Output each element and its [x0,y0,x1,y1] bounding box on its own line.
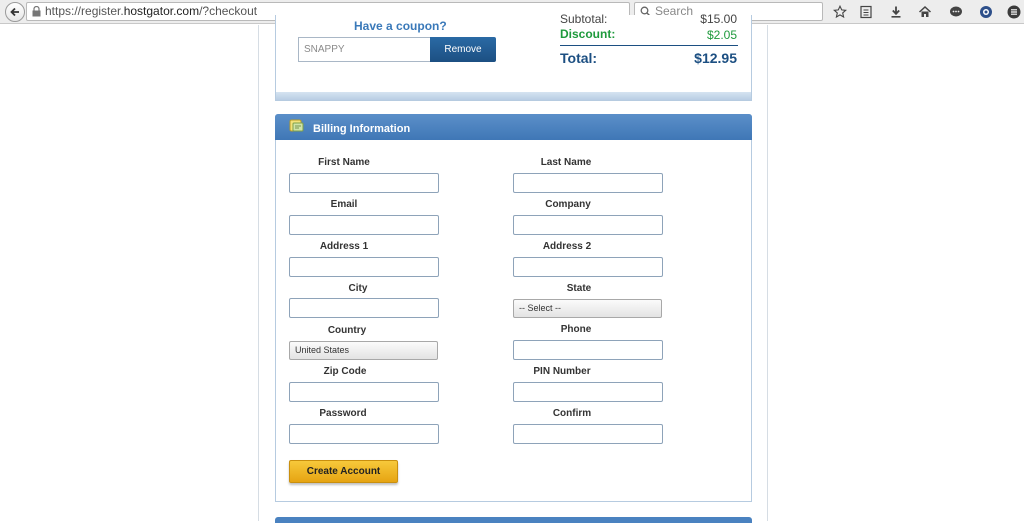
country-select[interactable]: United States [289,341,438,360]
billing-title: Billing Information [313,123,411,135]
company-field[interactable] [513,215,663,235]
password-field[interactable] [289,424,439,444]
phone-field[interactable] [513,340,663,360]
password-label: Password [319,408,367,419]
total-label: Total: [560,50,598,66]
menu-icon[interactable] [1006,4,1022,20]
bookmark-star-icon[interactable] [832,4,848,20]
billing-icon [289,119,304,132]
billing-header: Billing Information [275,114,752,140]
address2-field[interactable] [513,257,663,277]
back-arrow-icon [10,7,19,17]
confirm-field[interactable] [513,424,663,444]
city-field[interactable] [289,298,439,318]
zip-field[interactable] [289,382,439,402]
url-prefix: https://register. [45,4,124,18]
panel-footer-bar [276,92,751,100]
next-panel-header [275,517,752,523]
extension-icon[interactable] [978,4,994,20]
reading-list-icon[interactable] [858,4,874,20]
last-name-label: Last Name [540,157,592,168]
confirm-label: Confirm [552,408,592,419]
billing-panel: Billing Information First Name Last Name… [275,114,752,502]
first-name-label: First Name [318,157,370,168]
address2-label: Address 2 [542,241,592,252]
total-value: $12.95 [694,50,737,66]
pin-field[interactable] [513,382,663,402]
discount-label: Discount: [560,27,616,41]
discount-value: $2.05 [706,28,737,42]
home-icon[interactable] [917,4,933,20]
phone-label: Phone [560,324,592,335]
zip-label: Zip Code [323,366,367,377]
address1-field[interactable] [289,257,439,277]
remove-coupon-button[interactable]: Remove [430,37,496,62]
state-select[interactable]: -- Select -- [513,299,662,318]
page-content: Have a coupon? SNAPPY Remove Subtotal: $… [258,12,768,523]
create-account-button[interactable]: Create Account [289,460,398,483]
coupon-input[interactable]: SNAPPY [298,37,430,62]
subtotal-label: Subtotal: [560,12,608,26]
lock-icon [32,6,41,17]
email-field[interactable] [289,215,439,235]
country-label: Country [327,325,367,336]
coupon-heading: Have a coupon? [354,19,447,33]
pin-label: PIN Number [533,366,591,377]
chat-icon[interactable] [948,4,964,20]
subtotal-value: $15.00 [700,12,737,26]
email-label: Email [330,199,358,210]
back-button[interactable] [5,2,25,22]
state-label: State [566,283,592,294]
address1-label: Address 1 [319,241,369,252]
order-summary-panel: Have a coupon? SNAPPY Remove Subtotal: $… [275,12,752,101]
url-path: /?checkout [199,4,258,18]
company-label: Company [545,199,591,210]
url-host: hostgator.com [123,4,200,18]
total-divider [560,45,738,46]
last-name-field[interactable] [513,173,663,193]
first-name-field[interactable] [289,173,439,193]
city-label: City [348,283,368,294]
download-icon[interactable] [888,4,904,20]
